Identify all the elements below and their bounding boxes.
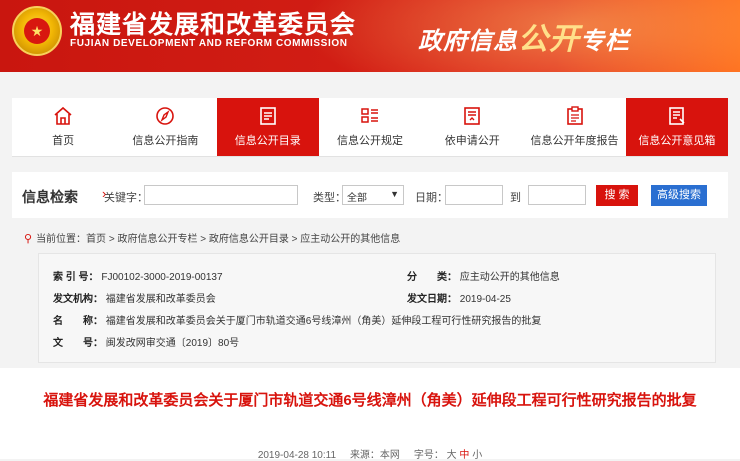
meta-docno-value: 闽发改网审交通〔2019〕80号 xyxy=(105,338,240,349)
org-name-cn: 福建省发展和改革委员会 xyxy=(70,10,357,39)
column-title-b: 公开 xyxy=(518,22,580,57)
meta-date-label: 发文日期： xyxy=(407,294,457,305)
header-banner: ★ 福建省发展和改革委员会 FUJIAN DEVELOPMENT AND REF… xyxy=(0,0,740,72)
meta-docno-label: 文 号： xyxy=(53,338,103,349)
meta-date-value: 2019-04-25 xyxy=(459,294,511,305)
search-title: 信息检索 xyxy=(22,189,78,205)
type-select[interactable]: 全部 ▼ xyxy=(342,185,404,205)
meta-index-value: FJ00102-3000-2019-00137 xyxy=(101,272,223,283)
feedback-box-icon xyxy=(669,107,685,125)
nav-label-home: 首页 xyxy=(52,135,75,147)
article-title: 福建省发展和改革委员会关于厦门市轨道交通6号线漳州（角美）延伸段工程可行性研究报… xyxy=(43,392,697,409)
fontsize-medium[interactable]: 中 xyxy=(459,450,469,461)
meta-name-row: 名 称： 福建省发展和改革委员会关于厦门市轨道交通6号线漳州（角美）延伸段工程可… xyxy=(53,312,541,327)
advanced-search-button[interactable]: 高级搜索 xyxy=(651,185,707,206)
nav-label-annual-report: 信息公开年度报告 xyxy=(530,135,619,147)
nav-item-rules[interactable]: 信息公开规定 xyxy=(319,98,421,156)
meta-name-label: 名 称： xyxy=(53,316,103,327)
meta-category-row: 分 类： 应主动公开的其他信息 xyxy=(407,268,560,283)
org-name-en: FUJIAN DEVELOPMENT AND REFORM COMMISSION xyxy=(70,38,348,49)
breadcrumb-path[interactable]: 首页 > 政府信息公开专栏 > 政府信息公开目录 > 应主动公开的其他信息 xyxy=(86,234,400,245)
date-from-input[interactable] xyxy=(445,185,503,205)
meta-date-row: 发文日期： 2019-04-25 xyxy=(407,290,511,305)
caret-down-icon: ▼ xyxy=(390,189,399,199)
keyword-label: 关键字： xyxy=(104,192,148,204)
home-icon xyxy=(54,106,72,125)
rules-list-icon xyxy=(361,108,378,123)
type-select-value: 全部 xyxy=(347,193,367,204)
clipboard-icon xyxy=(566,106,583,125)
meta-issuer-label: 发文机构： xyxy=(53,294,103,305)
compass-icon xyxy=(156,107,175,125)
meta-issuer-value: 福建省发展和改革委员会 xyxy=(105,294,216,305)
date-to-input[interactable] xyxy=(528,185,586,205)
nav-item-apply[interactable]: 依申请公开 xyxy=(421,98,523,156)
meta-issuer-row: 发文机构： 福建省发展和改革委员会 xyxy=(53,290,216,305)
date-label: 日期： xyxy=(415,192,448,204)
fontsize-large[interactable]: 大 xyxy=(447,450,457,461)
meta-category-label: 分 类： xyxy=(407,272,457,283)
date-to-label: 到 xyxy=(510,192,521,204)
document-list-icon xyxy=(259,107,276,125)
nav-label-guide: 信息公开指南 xyxy=(132,135,199,147)
meta-docno-row: 文 号： 闽发改网审交通〔2019〕80号 xyxy=(53,334,239,349)
search-button[interactable]: 搜 索 xyxy=(596,185,638,206)
national-emblem-icon: ★ xyxy=(12,6,62,56)
article-source: 来源：本网 xyxy=(349,450,400,461)
breadcrumb: ⚲ 当前位置：首页 > 政府信息公开专栏 > 政府信息公开目录 > 应主动公开的其… xyxy=(24,230,400,245)
nav-item-feedback[interactable]: 信息公开意见箱 xyxy=(625,98,728,156)
nav-item-home[interactable]: 首页 xyxy=(12,98,114,156)
location-pin-icon: ⚲ xyxy=(24,233,33,245)
nav-label-catalog: 信息公开目录 xyxy=(234,135,301,147)
document-meta: 索 引 号： FJ00102-3000-2019-00137 分 类： 应主动公… xyxy=(38,253,716,363)
nav-item-catalog[interactable]: 信息公开目录 xyxy=(216,98,319,156)
column-title-c: 专栏 xyxy=(580,27,630,55)
breadcrumb-prefix: 当前位置： xyxy=(36,234,87,245)
meta-name-value: 福建省发展和改革委员会关于厦门市轨道交通6号线漳州（角美）延伸段工程可行性研究报… xyxy=(105,316,542,327)
article: 福建省发展和改革委员会关于厦门市轨道交通6号线漳州（角美）延伸段工程可行性研究报… xyxy=(0,368,740,461)
meta-index-label: 索 引 号： xyxy=(53,272,99,283)
meta-category-value: 应主动公开的其他信息 xyxy=(459,272,560,283)
nav-item-guide[interactable]: 信息公开指南 xyxy=(114,98,216,156)
article-datetime: 2019-04-28 10:11 xyxy=(257,450,337,461)
application-form-icon xyxy=(464,107,481,125)
meta-index-row: 索 引 号： FJ00102-3000-2019-00137 xyxy=(53,268,223,283)
nav-item-annual-report[interactable]: 信息公开年度报告 xyxy=(523,98,625,156)
search-panel: 信息检索 › 关键字： 类型： 全部 ▼ 日期： 到 搜 索 高级搜索 xyxy=(12,172,728,218)
fontsize-label: 字号： xyxy=(413,450,444,461)
keyword-input[interactable] xyxy=(144,185,298,205)
column-title: 政府信息公开专栏 xyxy=(418,14,630,58)
fontsize-small[interactable]: 小 xyxy=(472,450,482,461)
main-nav: 首页 信息公开指南 信息公开目录 信息公开规定 依申请公开 信息公开年度报告 信… xyxy=(12,98,728,157)
nav-label-rules: 信息公开规定 xyxy=(336,135,403,147)
nav-label-apply: 依申请公开 xyxy=(444,135,500,147)
column-title-a: 政府信息 xyxy=(418,27,518,55)
nav-label-feedback: 信息公开意见箱 xyxy=(638,135,716,147)
